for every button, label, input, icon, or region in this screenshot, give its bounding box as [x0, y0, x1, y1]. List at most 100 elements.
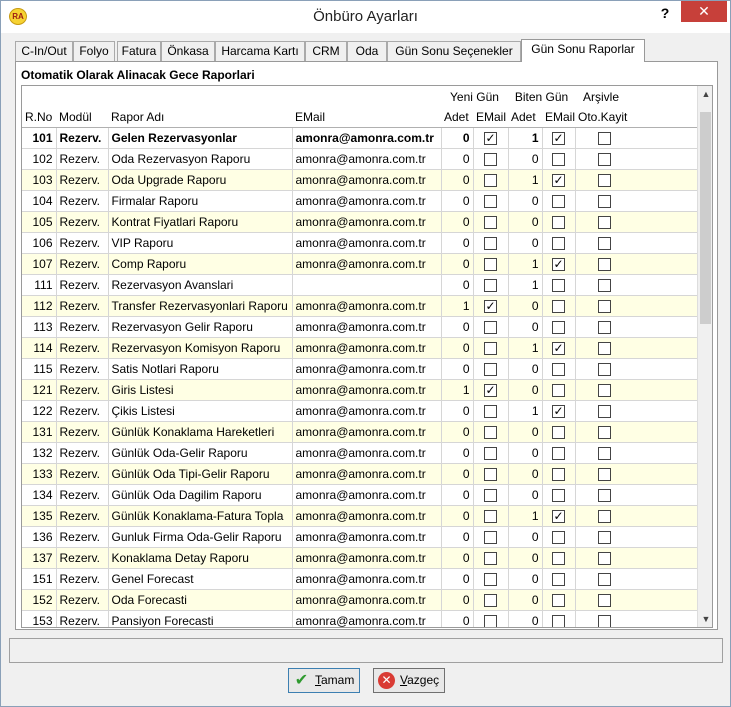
cell-yeni-adet[interactable]: 0 — [441, 358, 474, 380]
table-row[interactable]: 113 Rezerv. Rezervasyon Gelir Raporu amonra… — [22, 316, 698, 338]
cell-biten-email[interactable] — [542, 463, 576, 485]
biten-email-checkbox[interactable] — [552, 614, 565, 627]
yeni-email-checkbox[interactable] — [484, 404, 497, 418]
yeni-email-checkbox[interactable] — [484, 236, 497, 250]
cell-biten-adet[interactable]: 0 — [508, 484, 543, 506]
cell-rapor-adi[interactable]: Çikis Listesi — [108, 400, 293, 422]
cell-oto-kayit[interactable] — [575, 589, 698, 611]
cell-email[interactable]: amonra@amonra.com.tr — [292, 421, 442, 443]
col-header-biten-email[interactable]: EMail — [542, 107, 575, 128]
cell-rno[interactable]: 106 — [22, 232, 57, 254]
cell-modul[interactable]: Rezerv. — [56, 463, 109, 485]
cell-rapor-adi[interactable]: Transfer Rezervasyonlari Raporu — [108, 295, 293, 317]
yeni-email-checkbox[interactable]: ✓ — [484, 383, 497, 397]
cell-biten-email[interactable] — [542, 568, 576, 590]
cell-rno[interactable]: 111 — [22, 274, 57, 296]
cell-yeni-adet[interactable]: 0 — [441, 421, 474, 443]
col-header-rno[interactable]: R.No — [22, 107, 56, 128]
cell-email[interactable]: amonra@amonra.com.tr — [292, 295, 442, 317]
cell-yeni-email[interactable] — [473, 358, 509, 380]
cell-modul[interactable]: Rezerv. — [56, 148, 109, 170]
table-row[interactable]: 136 Rezerv. Gunluk Firma Oda-Gelir Raporu a… — [22, 526, 698, 548]
cell-yeni-email[interactable] — [473, 610, 509, 627]
cell-rno[interactable]: 104 — [22, 190, 57, 212]
cell-modul[interactable]: Rezerv. — [56, 589, 109, 611]
cell-rapor-adi[interactable]: Günlük Oda Dagilim Raporu — [108, 484, 293, 506]
cell-oto-kayit[interactable] — [575, 610, 698, 627]
cell-yeni-adet[interactable]: 1 — [441, 295, 474, 317]
cell-rno[interactable]: 136 — [22, 526, 57, 548]
cell-modul[interactable]: Rezerv. — [56, 295, 109, 317]
biten-email-checkbox[interactable]: ✓ — [552, 509, 565, 523]
cell-biten-adet[interactable]: 0 — [508, 211, 543, 233]
cell-rno[interactable]: 134 — [22, 484, 57, 506]
cell-biten-adet[interactable]: 1 — [508, 274, 543, 296]
cell-yeni-email[interactable] — [473, 442, 509, 464]
cell-biten-adet[interactable]: 0 — [508, 421, 543, 443]
cell-yeni-email[interactable] — [473, 337, 509, 359]
cell-biten-adet[interactable]: 0 — [508, 442, 543, 464]
col-header-yeni-adet[interactable]: Adet — [441, 107, 473, 128]
cell-modul[interactable]: Rezerv. — [56, 568, 109, 590]
biten-email-checkbox[interactable] — [552, 320, 565, 334]
cell-rapor-adi[interactable]: Comp Raporu — [108, 253, 293, 275]
table-row[interactable]: 115 Rezerv. Satis Notlari Raporu amonra@amo… — [22, 358, 698, 380]
table-row[interactable]: 106 Rezerv. VIP Raporu amonra@amonra.com.tr… — [22, 232, 698, 254]
cell-modul[interactable]: Rezerv. — [56, 421, 109, 443]
cell-yeni-adet[interactable]: 0 — [441, 484, 474, 506]
table-row[interactable]: 102 Rezerv. Oda Rezervasyon Raporu amonra@a… — [22, 148, 698, 170]
col-header-rapor-adi[interactable]: Rapor Adı — [108, 107, 292, 128]
cell-oto-kayit[interactable] — [575, 127, 698, 149]
cell-yeni-adet[interactable]: 0 — [441, 568, 474, 590]
oto-kayit-checkbox[interactable] — [597, 488, 611, 502]
cell-email[interactable]: amonra@amonra.com.tr — [292, 463, 442, 485]
biten-email-checkbox[interactable] — [552, 572, 565, 586]
cell-oto-kayit[interactable] — [575, 358, 698, 380]
reports-grid[interactable]: Yeni Gün Biten Gün Arşivle R.No Modül Ra… — [21, 85, 713, 628]
cell-rno[interactable]: 105 — [22, 211, 57, 233]
cell-biten-email[interactable]: ✓ — [542, 337, 576, 359]
cell-modul[interactable]: Rezerv. — [56, 610, 109, 627]
cell-modul[interactable]: Rezerv. — [56, 274, 109, 296]
cell-biten-email[interactable] — [542, 547, 576, 569]
cell-oto-kayit[interactable] — [575, 400, 698, 422]
biten-email-checkbox[interactable]: ✓ — [552, 341, 565, 355]
tab-7[interactable]: Gün Sonu Seçenekler — [387, 41, 521, 61]
cell-oto-kayit[interactable] — [575, 463, 698, 485]
tab-1[interactable]: Folyo — [73, 41, 115, 61]
yeni-email-checkbox[interactable] — [484, 593, 497, 607]
table-row[interactable]: 114 Rezerv. Rezervasyon Komisyon Raporu amo… — [22, 337, 698, 359]
cell-yeni-email[interactable]: ✓ — [473, 127, 509, 149]
cell-rapor-adi[interactable]: Kontrat Fiyatlari Raporu — [108, 211, 293, 233]
cell-yeni-adet[interactable]: 0 — [441, 127, 474, 149]
cell-yeni-email[interactable] — [473, 505, 509, 527]
cell-rapor-adi[interactable]: Genel Forecast — [108, 568, 293, 590]
cell-oto-kayit[interactable] — [575, 484, 698, 506]
cell-biten-email[interactable] — [542, 148, 576, 170]
help-button[interactable]: ? — [653, 4, 677, 24]
cell-biten-adet[interactable]: 0 — [508, 589, 543, 611]
biten-email-checkbox[interactable] — [552, 530, 565, 544]
cell-biten-email[interactable] — [542, 274, 576, 296]
table-row[interactable]: 105 Rezerv. Kontrat Fiyatlari Raporu amonra… — [22, 211, 698, 233]
cell-yeni-email[interactable] — [473, 148, 509, 170]
cell-rapor-adi[interactable]: Oda Rezervasyon Raporu — [108, 148, 293, 170]
biten-email-checkbox[interactable] — [552, 446, 565, 460]
cell-rno[interactable]: 113 — [22, 316, 57, 338]
cell-email[interactable]: amonra@amonra.com.tr — [292, 400, 442, 422]
cell-rno[interactable]: 121 — [22, 379, 57, 401]
cell-yeni-adet[interactable]: 1 — [441, 379, 474, 401]
cell-yeni-adet[interactable]: 0 — [441, 589, 474, 611]
cell-biten-adet[interactable]: 0 — [508, 547, 543, 569]
cell-rno[interactable]: 132 — [22, 442, 57, 464]
cell-rapor-adi[interactable]: Günlük Konaklama-Fatura Topla — [108, 505, 293, 527]
cell-modul[interactable]: Rezerv. — [56, 505, 109, 527]
cell-biten-adet[interactable]: 0 — [508, 379, 543, 401]
cell-biten-adet[interactable]: 1 — [508, 400, 543, 422]
cell-oto-kayit[interactable] — [575, 169, 698, 191]
oto-kayit-checkbox[interactable] — [597, 131, 611, 145]
cell-rno[interactable]: 152 — [22, 589, 57, 611]
scroll-thumb[interactable] — [700, 112, 711, 324]
cell-yeni-email[interactable] — [473, 463, 509, 485]
cell-biten-email[interactable] — [542, 589, 576, 611]
